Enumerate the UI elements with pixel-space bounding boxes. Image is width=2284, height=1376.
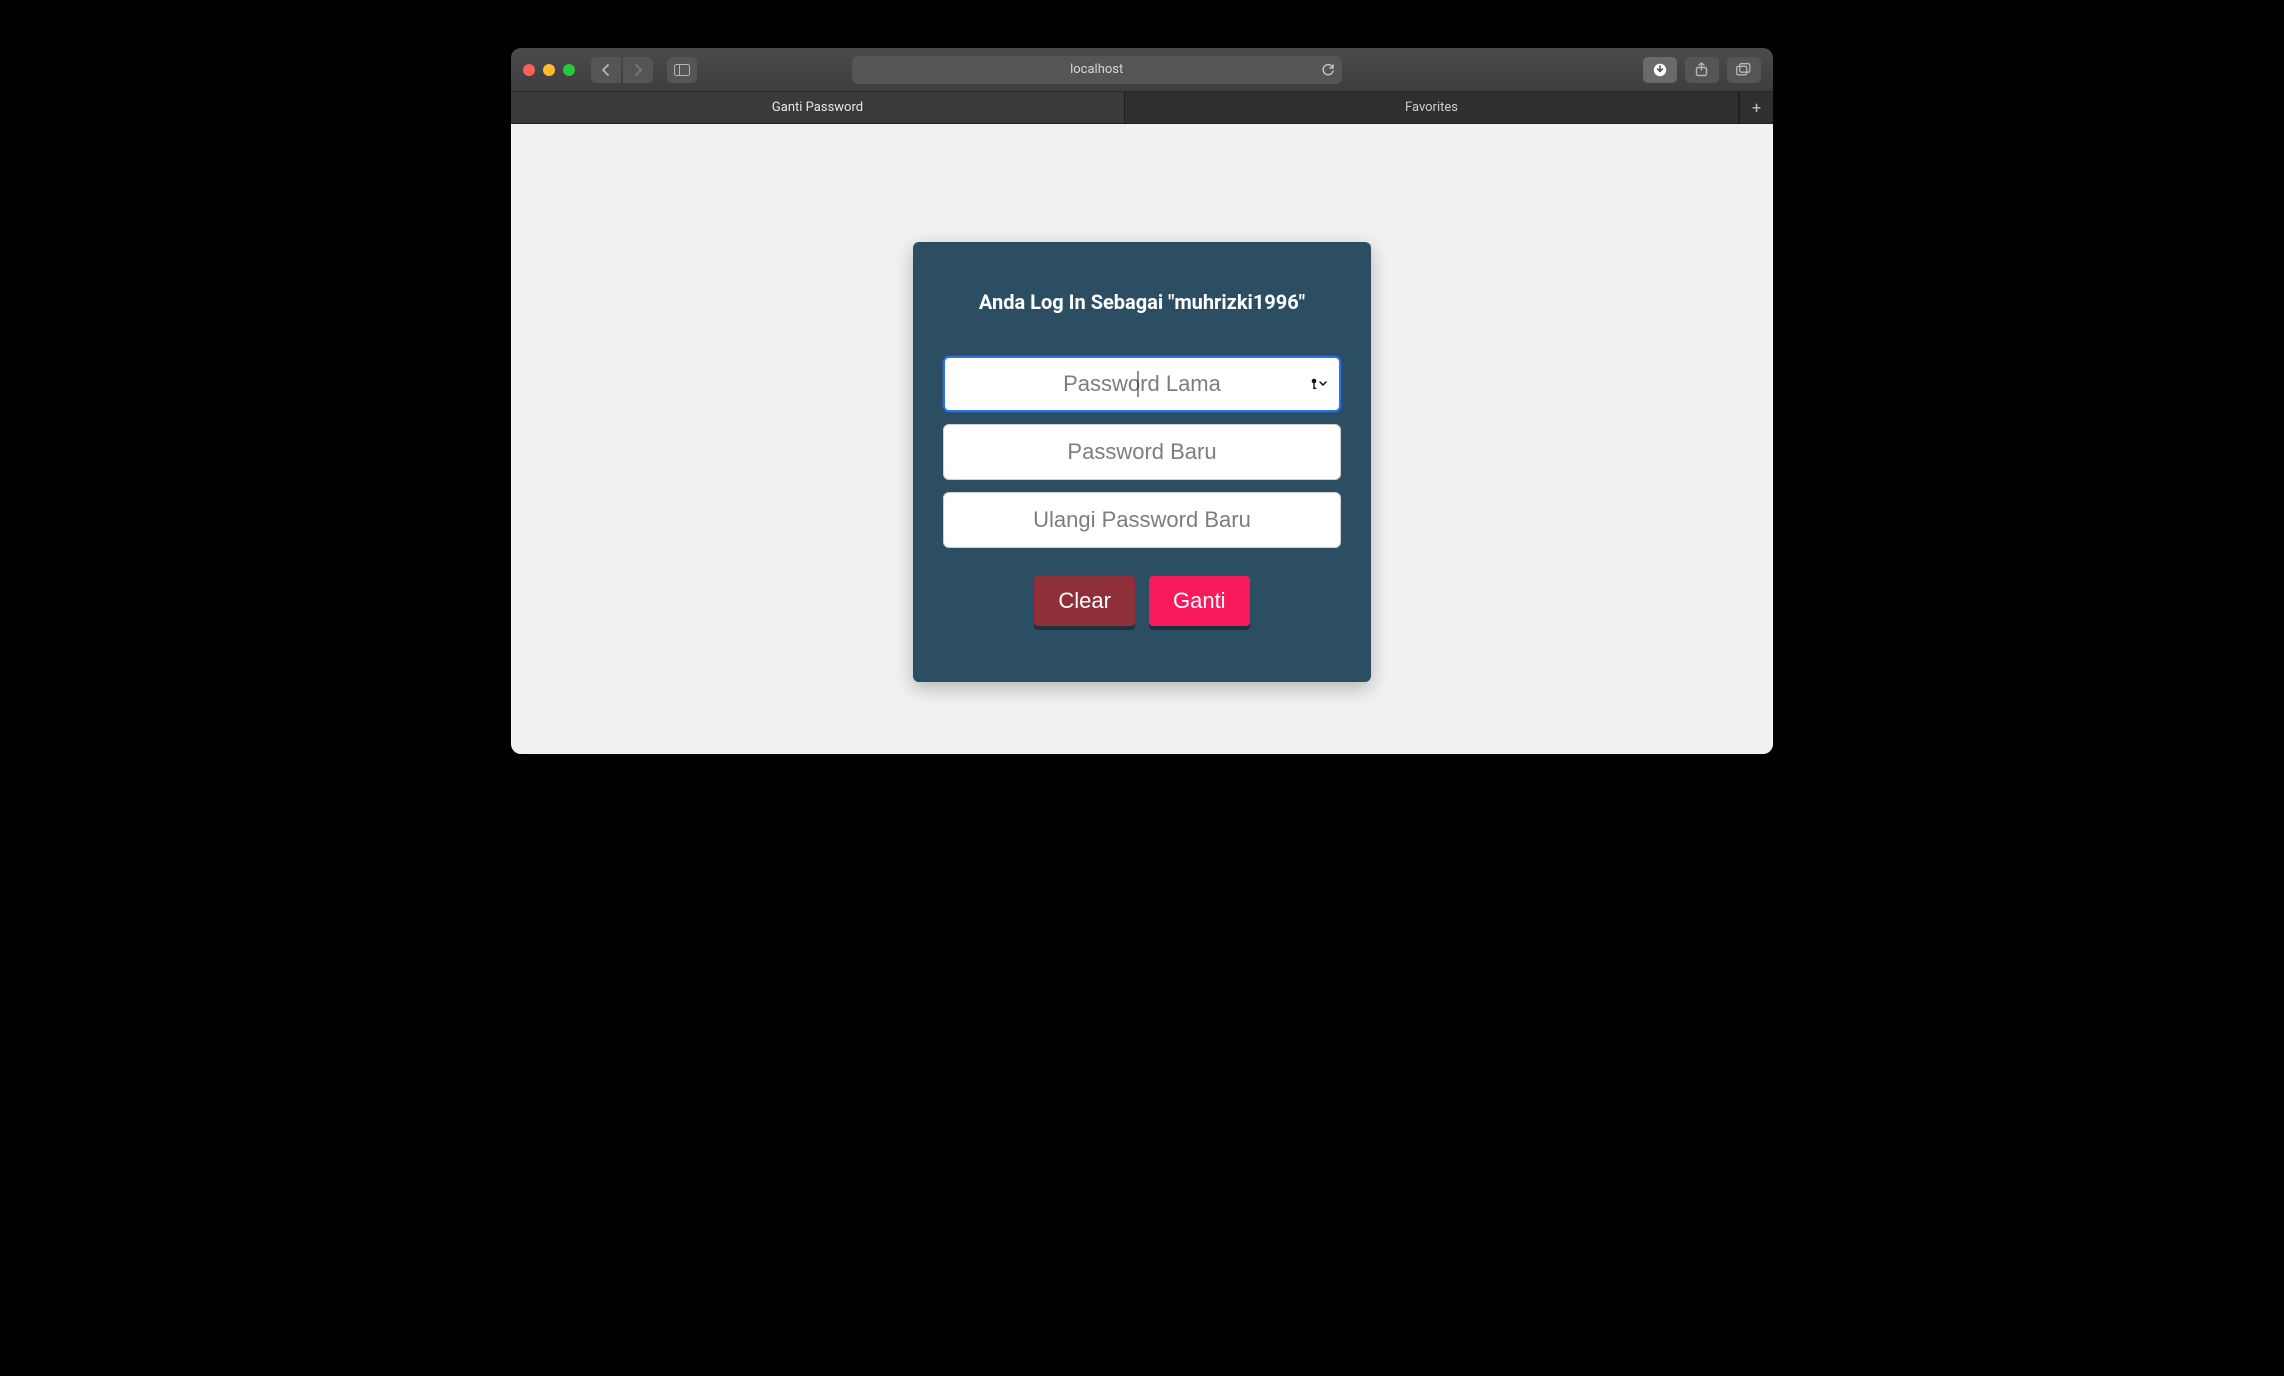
share-button[interactable] bbox=[1685, 57, 1719, 83]
key-icon bbox=[1310, 378, 1318, 390]
old-password-input[interactable] bbox=[943, 356, 1341, 412]
tab-bar: Ganti Password Favorites + bbox=[511, 92, 1773, 124]
old-password-field-wrap bbox=[943, 356, 1341, 412]
downloads-button[interactable] bbox=[1643, 57, 1677, 83]
chevron-right-icon bbox=[633, 64, 643, 76]
card-heading: Anda Log In Sebagai "muhrizki1996" bbox=[943, 290, 1341, 314]
clear-button[interactable]: Clear bbox=[1034, 576, 1135, 626]
address-text: localhost bbox=[1070, 62, 1123, 77]
chevron-left-icon bbox=[601, 64, 611, 76]
sidebar-toggle-button[interactable] bbox=[667, 57, 697, 83]
repeat-password-field-wrap bbox=[943, 492, 1341, 548]
forward-button[interactable] bbox=[623, 57, 653, 83]
repeat-password-input[interactable] bbox=[943, 492, 1341, 548]
toolbar-right bbox=[1643, 57, 1761, 83]
download-icon bbox=[1653, 63, 1667, 77]
browser-window: localhost bbox=[511, 48, 1773, 754]
nav-back-forward bbox=[591, 57, 653, 83]
tab-label: Ganti Password bbox=[772, 100, 863, 115]
window-controls bbox=[523, 64, 575, 76]
reload-button[interactable] bbox=[1321, 63, 1334, 77]
submit-button[interactable]: Ganti bbox=[1149, 576, 1250, 626]
button-row: Clear Ganti bbox=[943, 576, 1341, 626]
chevron-down-icon bbox=[1319, 381, 1327, 387]
address-bar[interactable]: localhost bbox=[852, 56, 1342, 84]
close-window-button[interactable] bbox=[523, 64, 535, 76]
tabs-icon bbox=[1736, 63, 1751, 76]
back-button[interactable] bbox=[591, 57, 621, 83]
tabs-overview-button[interactable] bbox=[1727, 57, 1761, 83]
new-password-field-wrap bbox=[943, 424, 1341, 480]
titlebar: localhost bbox=[511, 48, 1773, 92]
page-viewport: Anda Log In Sebagai "muhrizki1996" bbox=[511, 124, 1773, 754]
tab-label: Favorites bbox=[1405, 100, 1458, 115]
reload-icon bbox=[1321, 63, 1334, 77]
text-caret bbox=[1138, 371, 1139, 397]
password-autofill-button[interactable] bbox=[1310, 378, 1327, 390]
new-password-input[interactable] bbox=[943, 424, 1341, 480]
tab-ganti-password[interactable]: Ganti Password bbox=[511, 92, 1125, 123]
minimize-window-button[interactable] bbox=[543, 64, 555, 76]
change-password-card: Anda Log In Sebagai "muhrizki1996" bbox=[913, 242, 1371, 682]
new-tab-button[interactable]: + bbox=[1739, 92, 1773, 123]
share-icon bbox=[1695, 62, 1708, 77]
tab-favorites[interactable]: Favorites bbox=[1125, 92, 1739, 123]
zoom-window-button[interactable] bbox=[563, 64, 575, 76]
sidebar-icon bbox=[674, 64, 690, 76]
